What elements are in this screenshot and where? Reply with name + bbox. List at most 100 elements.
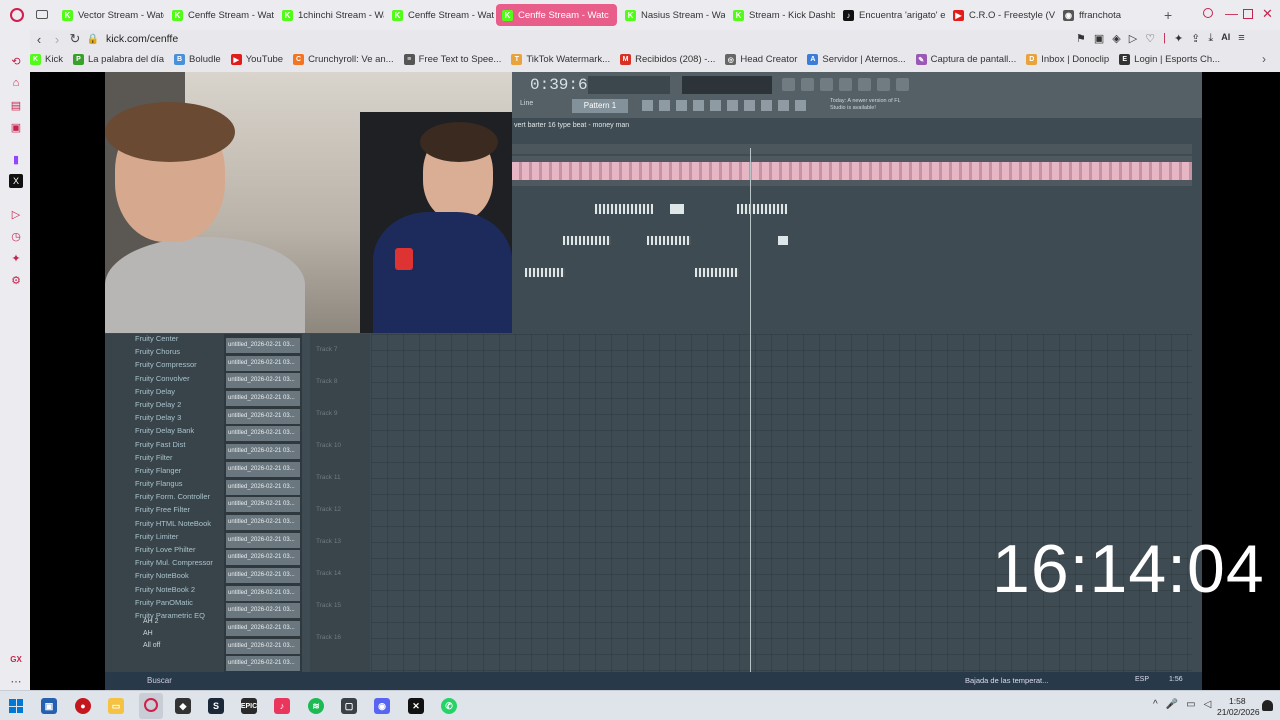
bookmark-item[interactable]: D Inbox | Donoclip (1026, 54, 1109, 65)
plugin-item[interactable]: Fruity Flanger (135, 466, 213, 479)
mic-icon[interactable]: 🎤 (1166, 699, 1178, 710)
window-app-icon[interactable]: ▢ (341, 698, 357, 714)
minimize-button[interactable]: — (1225, 6, 1238, 21)
clip-item[interactable]: untitled_2026-02-21 03... (226, 408, 300, 424)
plugin-item[interactable]: Fruity Delay Bank (135, 426, 213, 439)
app-red-icon[interactable]: ● (75, 698, 91, 714)
share-icon[interactable]: ⇪ (1191, 32, 1200, 45)
bookmark-item[interactable]: E Login | Esports Ch... (1119, 54, 1220, 65)
steam-icon[interactable]: S (208, 698, 224, 714)
whatsapp-icon[interactable]: ✆ (441, 698, 457, 714)
plugin-item[interactable]: Fruity Delay 2 (135, 400, 213, 413)
download-icon[interactable]: ⤓ (1208, 32, 1213, 45)
forward-icon[interactable]: › (48, 32, 66, 47)
tab-4[interactable]: K Cenffe Stream - Watc (386, 4, 494, 26)
spotify-icon[interactable]: ≋ (308, 698, 324, 714)
clip-item[interactable]: untitled_2026-02-21 03... (226, 338, 300, 353)
snapshot-icon[interactable]: ▣ (1094, 32, 1104, 45)
messenger-icon[interactable]: ▣ (9, 120, 23, 134)
tab-9[interactable]: ▶ C.R.O - Freestyle (Vi (947, 4, 1055, 26)
clip-item[interactable]: untitled_2026-02-21 03... (226, 355, 300, 371)
plugin-item[interactable]: Fruity Compressor (135, 360, 213, 373)
heart-icon[interactable]: ♡ (1145, 32, 1155, 45)
plugin-item[interactable]: Fruity Chorus (135, 347, 213, 360)
notification-icon[interactable] (1262, 700, 1273, 711)
preset-item[interactable]: AH (143, 630, 160, 642)
plugin-item[interactable]: Fruity NoteBook 2 (135, 585, 213, 598)
bookmark-item[interactable]: B Boludle (174, 54, 221, 65)
fl-mode[interactable]: Line (520, 100, 533, 107)
taskbar-date[interactable]: 21/02/2026 (1217, 707, 1260, 717)
tab-2[interactable]: K Cenffe Stream - Watc (166, 4, 274, 26)
bookmark-item[interactable]: C Crunchyroll: Ve an... (293, 54, 394, 65)
player-icon[interactable]: ▷ (9, 207, 23, 221)
bookmark-item[interactable]: ▶ YouTube (230, 54, 283, 65)
plugin-item[interactable]: Fruity Limiter (135, 532, 213, 545)
clip-item[interactable]: untitled_2026-02-21 03... (226, 550, 300, 566)
clip-item[interactable]: untitled_2026-02-21 03... (226, 426, 300, 442)
plugin-item[interactable]: Fruity Delay 3 (135, 413, 213, 426)
menu-icon[interactable]: ≡ (1238, 32, 1244, 45)
start-button[interactable] (9, 699, 23, 713)
bookmark-item[interactable]: ✎ Captura de pantall... (915, 54, 1016, 65)
crypto-wallet-icon[interactable]: ▤ (9, 98, 23, 112)
file-explorer-icon[interactable]: ▭ (108, 698, 124, 714)
preset-item[interactable]: All off (143, 642, 160, 654)
plugin-item[interactable]: Fruity Filter (135, 453, 213, 466)
gx-icon[interactable]: GX (9, 652, 23, 666)
plugin-item[interactable]: Fruity Free Filter (135, 505, 213, 518)
vpn-icon[interactable]: ◈ (1112, 32, 1120, 45)
history-icon[interactable]: ◷ (9, 229, 23, 243)
clip-item[interactable]: untitled_2026-02-21 03... (226, 585, 300, 601)
plugin-item[interactable]: Fruity Fast Dist (135, 440, 213, 453)
clip-item[interactable]: untitled_2026-02-21 03... (226, 567, 300, 583)
discord-icon[interactable]: ◉ (374, 698, 390, 714)
extensions-toolbar-icon[interactable]: ✦ (1174, 32, 1183, 45)
new-tab-button[interactable]: + (1164, 7, 1172, 23)
track-label[interactable]: Track 15 (316, 602, 341, 634)
track-label[interactable]: Track 14 (316, 570, 341, 602)
clip-item[interactable]: untitled_2026-02-21 03... (226, 532, 300, 548)
track-label[interactable]: Track 13 (316, 538, 341, 570)
aria-icon[interactable]: ⟲ (9, 54, 23, 68)
plugin-item[interactable]: Fruity Love Philter (135, 545, 213, 558)
tab-10[interactable]: ◉ ffranchota (1057, 4, 1147, 26)
back-icon[interactable]: ‹ (30, 32, 48, 47)
taskbar-time[interactable]: 1:58 (1229, 696, 1246, 706)
bookmark-item[interactable]: M Recibidos (208) -... (620, 54, 715, 65)
bookmark-item[interactable]: A Servidor | Aternos... (807, 54, 906, 65)
clip-item[interactable]: untitled_2026-02-21 03... (226, 391, 300, 407)
close-button[interactable]: ✕ (1262, 6, 1273, 22)
plugin-item[interactable]: Fruity NoteBook (135, 571, 213, 584)
plugin-item[interactable]: Fruity PanOMatic (135, 598, 213, 611)
clip-item[interactable]: untitled_2026-02-21 03... (226, 444, 300, 460)
fl-pattern-selector[interactable]: Pattern 1 (572, 99, 628, 113)
clip-item[interactable]: untitled_2026-02-21 03... (226, 479, 300, 495)
capcut-icon[interactable]: ✕ (408, 698, 424, 714)
reload-icon[interactable]: ↻ (66, 31, 84, 47)
tab-3[interactable]: K 1chinchi Stream - Wa (276, 4, 384, 26)
clip-item[interactable]: untitled_2026-02-21 03... (226, 514, 300, 530)
bookmark-item[interactable]: T TikTok Watermark... (511, 54, 610, 65)
settings-icon[interactable]: ⚙ (9, 273, 23, 287)
app-black-icon[interactable]: ◆ (175, 698, 191, 714)
tab-5[interactable]: K Cenffe Stream - Watc (496, 4, 617, 26)
plugin-item[interactable]: Fruity HTML NoteBook (135, 519, 213, 532)
network-icon[interactable]: ▭ (1186, 699, 1195, 710)
store-icon[interactable]: ▣ (41, 698, 57, 714)
clip-item[interactable]: untitled_2026-02-21 03... (226, 497, 300, 513)
clip-item[interactable]: untitled_2026-02-21 03... (226, 638, 300, 654)
track-label[interactable]: Track 8 (316, 378, 341, 410)
more-icon[interactable]: ⋯ (9, 674, 23, 688)
opera-logo-icon[interactable] (10, 8, 24, 22)
bookmark-item[interactable]: ◎ Head Creator (725, 54, 797, 65)
bookmarks-more-icon[interactable]: › (1262, 52, 1266, 66)
plugin-item[interactable]: Fruity Form. Controller (135, 492, 213, 505)
clip-item[interactable]: untitled_2026-02-21 03... (226, 603, 300, 619)
search-tabs-icon[interactable] (1203, 8, 1213, 18)
show-hidden-icon[interactable]: ^ (1153, 699, 1158, 710)
track-label[interactable]: Track 7 (316, 346, 341, 378)
maximize-button[interactable] (1243, 9, 1253, 19)
tab-8[interactable]: ♪ Encuentra 'arigato' e (837, 4, 945, 26)
tiktok-icon[interactable]: ♪ (274, 698, 290, 714)
